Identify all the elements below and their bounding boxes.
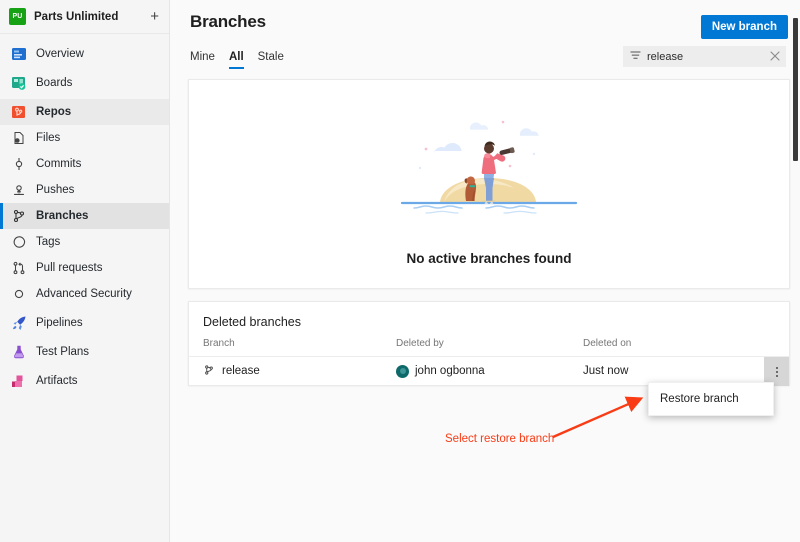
explorer-on-island-illustration — [374, 102, 604, 237]
sidebar-item-label: Pull requests — [36, 262, 103, 274]
sidebar-item-commits[interactable]: Commits — [0, 151, 169, 177]
filter-icon — [630, 48, 641, 66]
cell-deleted-on: Just now — [583, 365, 629, 377]
pushes-icon — [11, 182, 27, 198]
sidebar-item-label: Tags — [36, 236, 61, 248]
project-header[interactable]: PU Parts Unlimited + — [0, 0, 169, 34]
sidebar-item-label: Artifacts — [36, 375, 78, 387]
main-content: Branches New branch Mine All Stale relea… — [170, 0, 800, 542]
sidebar: PU Parts Unlimited + Overview Boards Rep… — [0, 0, 170, 542]
sidebar-item-label: Overview — [36, 48, 84, 60]
files-icon — [11, 130, 27, 146]
overview-icon — [11, 46, 27, 62]
avatar — [396, 364, 409, 378]
tab-mine[interactable]: Mine — [190, 51, 215, 69]
page-title: Branches — [190, 12, 266, 31]
sidebar-item-repos[interactable]: Repos — [0, 99, 169, 125]
sidebar-item-files[interactable]: Files — [0, 125, 169, 151]
sidebar-nav: Overview Boards Repos Files Commits Push… — [0, 34, 169, 394]
sidebar-item-test-plans[interactable]: Test Plans — [0, 339, 169, 365]
pipelines-icon — [11, 315, 27, 331]
project-name: Parts Unlimited — [34, 10, 119, 23]
empty-state-message: No active branches found — [406, 251, 572, 266]
branch-name: release — [222, 365, 260, 377]
scrollbar-track[interactable] — [790, 0, 800, 542]
deleted-branches-panel: Deleted branches Branch Deleted by Delet… — [188, 301, 790, 386]
deleted-by-name: john ogbonna — [415, 365, 485, 377]
sidebar-item-label: Branches — [36, 210, 89, 222]
commits-icon — [11, 156, 27, 172]
annotation-label: Select restore branch — [445, 433, 555, 445]
tab-stale[interactable]: Stale — [258, 51, 284, 69]
tags-icon — [11, 234, 27, 250]
sidebar-item-label: Pushes — [36, 184, 75, 196]
sidebar-item-label: Advanced Security — [36, 288, 132, 300]
sidebar-item-tags[interactable]: Tags — [0, 229, 169, 255]
pull-requests-icon — [11, 260, 27, 276]
project-logo: PU — [9, 8, 26, 25]
sidebar-item-label: Boards — [36, 77, 73, 89]
sidebar-item-pull-requests[interactable]: Pull requests — [0, 255, 169, 281]
cell-deleted-by: john ogbonna — [396, 364, 583, 378]
sidebar-item-label: Test Plans — [36, 346, 90, 358]
sidebar-item-label: Pipelines — [36, 317, 83, 329]
search-box[interactable]: release — [623, 46, 786, 67]
column-header-deleted-on: Deleted on — [583, 338, 632, 349]
context-menu: Restore branch — [648, 382, 774, 416]
advanced-security-icon — [11, 286, 27, 302]
sidebar-item-boards[interactable]: Boards — [0, 70, 169, 96]
deleted-branches-title: Deleted branches — [203, 315, 301, 329]
sidebar-item-pipelines[interactable]: Pipelines — [0, 310, 169, 336]
repos-icon — [11, 104, 27, 120]
page-header: Branches New branch Mine All Stale relea… — [188, 0, 790, 69]
tab-all[interactable]: All — [228, 51, 244, 69]
sidebar-item-label: Files — [36, 132, 61, 144]
menu-item-restore-branch[interactable]: Restore branch — [649, 388, 773, 410]
artifacts-icon — [11, 373, 27, 389]
empty-state-panel: No active branches found — [188, 79, 790, 289]
sidebar-item-pushes[interactable]: Pushes — [0, 177, 169, 203]
sidebar-item-label: Commits — [36, 158, 82, 170]
boards-icon — [11, 75, 27, 91]
sidebar-item-advanced-security[interactable]: Advanced Security — [0, 281, 169, 307]
sidebar-item-branches[interactable]: Branches — [0, 203, 169, 229]
branches-icon — [11, 208, 27, 224]
table-header: Branch Deleted by Deleted on — [189, 338, 789, 356]
cell-branch: release — [203, 364, 396, 379]
vertical-scrollbar[interactable] — [793, 18, 798, 161]
new-branch-button[interactable]: New branch — [700, 15, 788, 39]
search-input[interactable]: release — [647, 51, 764, 63]
sidebar-item-overview[interactable]: Overview — [0, 41, 169, 67]
column-header-branch: Branch — [203, 338, 235, 349]
test-plans-icon — [11, 344, 27, 360]
sidebar-item-label: Repos — [36, 106, 72, 118]
column-header-deleted-by: Deleted by — [396, 338, 444, 349]
tab-bar: Mine All Stale release — [190, 43, 788, 69]
branch-icon — [203, 364, 215, 379]
add-project-icon[interactable]: + — [150, 9, 159, 24]
close-icon[interactable] — [770, 48, 780, 66]
azure-devops-branches-page: PU Parts Unlimited + Overview Boards Rep… — [0, 0, 800, 542]
sidebar-item-artifacts[interactable]: Artifacts — [0, 368, 169, 394]
table-row[interactable]: release john ogbonna Just now — [189, 356, 789, 386]
